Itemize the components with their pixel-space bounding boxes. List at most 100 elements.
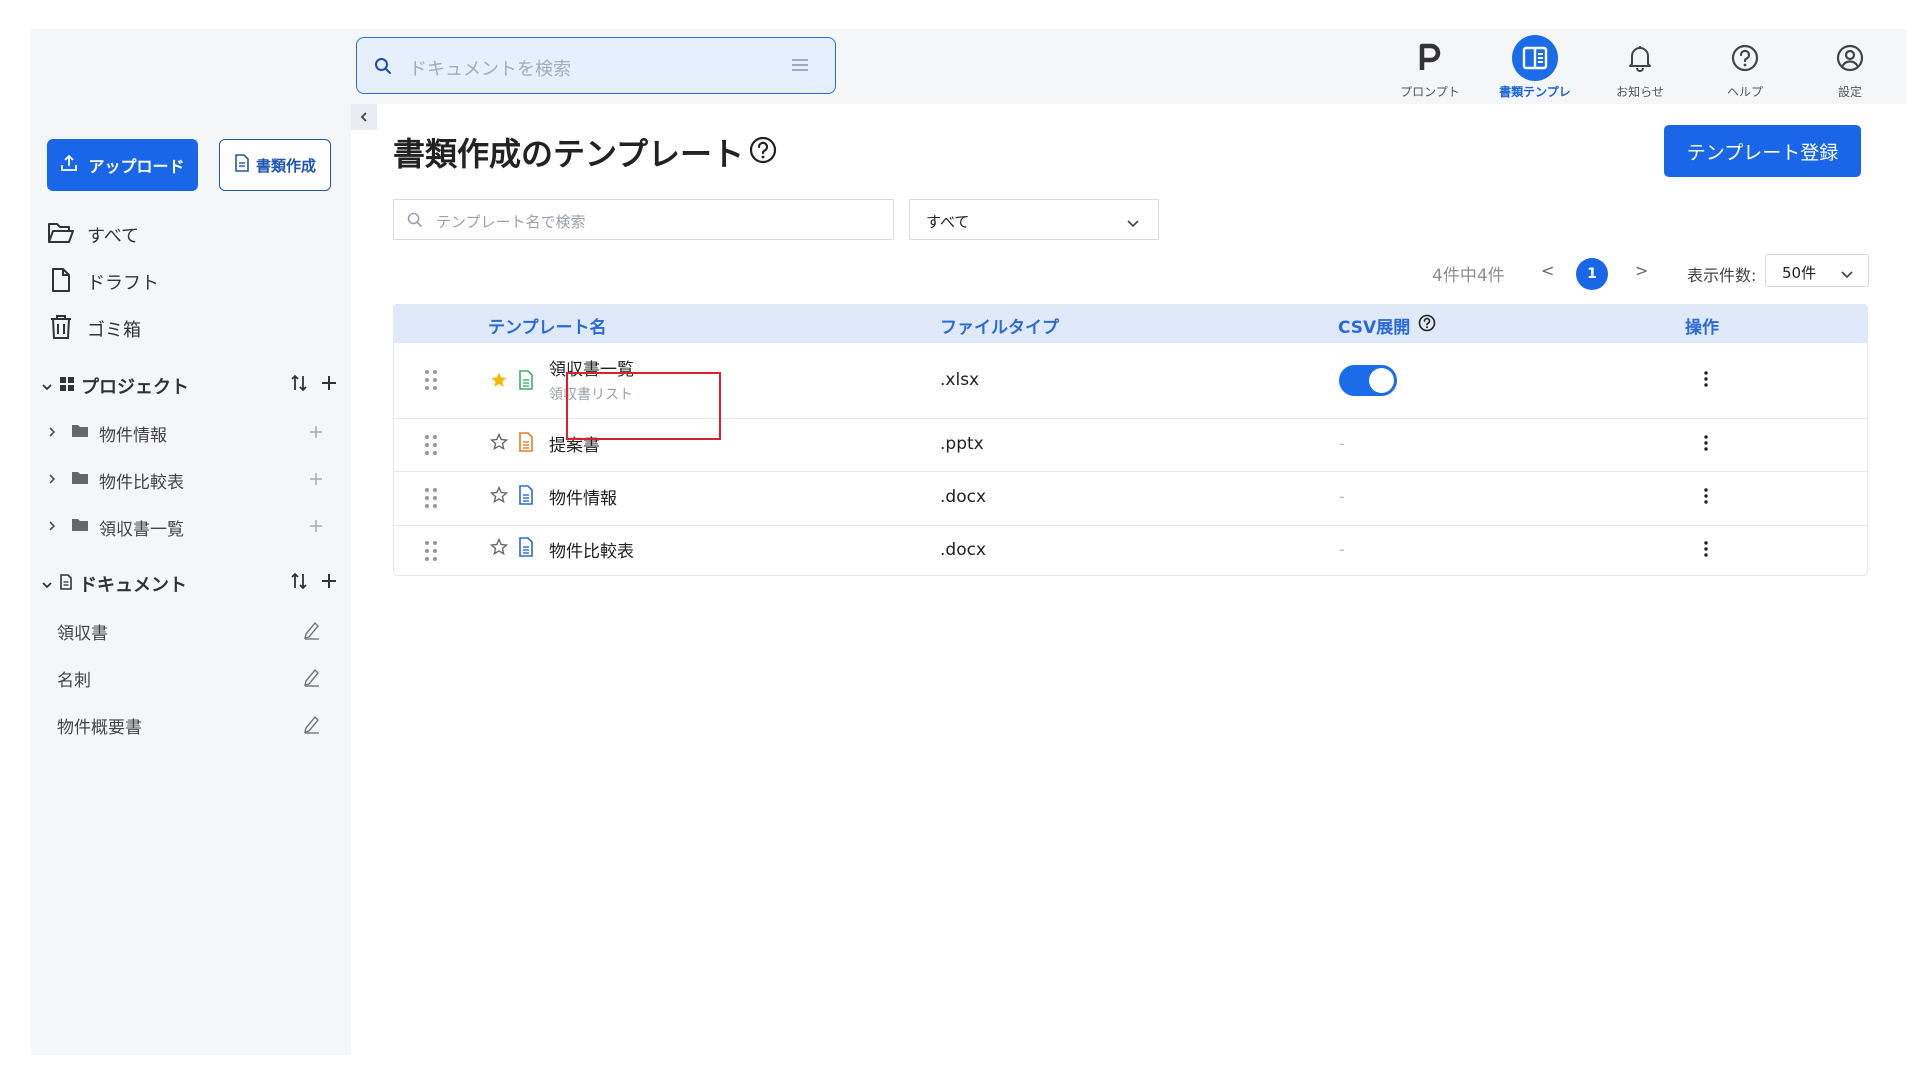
edit-pencil-icon[interactable] — [303, 620, 321, 645]
nav-template[interactable]: 書類テンプレ — [1485, 34, 1585, 100]
folder-open-icon — [47, 221, 75, 250]
column-header-filetype[interactable]: ファイルタイプ — [940, 313, 1059, 338]
chevron-right-icon[interactable] — [47, 517, 61, 537]
chevron-right-icon[interactable] — [47, 470, 61, 490]
pagination-prev[interactable]: < — [1541, 261, 1554, 280]
document-icon — [59, 573, 73, 595]
drag-handle-icon[interactable] — [424, 540, 438, 566]
table-row[interactable]: 領収書一覧 領収書リスト .xlsx — [394, 343, 1867, 419]
upload-button-label: アップロード — [88, 157, 185, 176]
csv-cell: - — [1339, 487, 1345, 506]
drag-handle-icon[interactable] — [424, 487, 438, 513]
file-icon — [47, 267, 75, 298]
document-file-icon — [518, 485, 534, 509]
edit-pencil-icon[interactable] — [303, 714, 321, 739]
table-header: テンプレート名 ファイルタイプ CSV展開 操作 — [394, 305, 1867, 343]
edit-pencil-icon[interactable] — [303, 667, 321, 692]
chevron-down-icon — [41, 376, 53, 397]
pagination-next[interactable]: > — [1635, 261, 1648, 280]
column-header-name[interactable]: テンプレート名 — [488, 313, 607, 338]
column-header-label: CSV展開 — [1338, 318, 1411, 338]
csv-cell: - — [1339, 434, 1345, 453]
filetype-cell: .docx — [940, 540, 987, 560]
menu-icon[interactable] — [791, 56, 809, 78]
star-outline-icon[interactable] — [489, 485, 509, 508]
help-circle-icon[interactable] — [1418, 314, 1436, 337]
csv-toggle[interactable] — [1339, 365, 1397, 396]
kebab-menu-icon[interactable] — [1703, 370, 1709, 392]
kebab-menu-icon[interactable] — [1703, 434, 1709, 456]
sidebar-item-label: すべて — [87, 226, 140, 247]
upload-button[interactable]: アップロード — [47, 139, 198, 191]
document-item[interactable]: 名刺 — [57, 663, 327, 693]
add-document-icon[interactable] — [321, 573, 337, 594]
document-item[interactable]: 領収書 — [57, 616, 327, 646]
register-template-button[interactable]: テンプレート登録 — [1664, 125, 1861, 177]
nav-template-label: 書類テンプレ — [1499, 85, 1571, 99]
add-icon[interactable] — [309, 518, 323, 538]
project-item-label: 物件情報 — [99, 425, 167, 446]
star-filled-icon[interactable] — [490, 371, 508, 393]
sidebar-item-label: ゴミ箱 — [87, 320, 141, 341]
sidebar-item-trash[interactable]: ゴミ箱 — [47, 314, 141, 344]
chevron-right-icon[interactable] — [47, 423, 61, 443]
kebab-menu-icon[interactable] — [1703, 540, 1709, 562]
filter-select[interactable]: すべて — [909, 199, 1159, 240]
pagination-current-page[interactable]: 1 — [1576, 258, 1608, 290]
sidebar: アップロード 書類作成 すべて ドラフト ゴミ箱 プロジェクト 物件情報 物件比… — [31, 104, 351, 1055]
nav-help[interactable]: ヘルプ — [1695, 34, 1795, 100]
chevron-down-icon — [41, 574, 53, 595]
add-project-icon[interactable] — [321, 375, 337, 396]
template-name-cell[interactable]: 領収書一覧 領収書リスト — [549, 355, 634, 404]
help-icon — [1721, 34, 1769, 82]
add-icon[interactable] — [309, 424, 323, 444]
document-item[interactable]: 物件概要書 — [57, 710, 327, 740]
drag-handle-icon[interactable] — [424, 369, 438, 395]
page-size-value: 50件 — [1782, 264, 1817, 282]
sort-icon[interactable] — [291, 572, 307, 595]
folder-icon — [71, 470, 89, 490]
template-name[interactable]: 提案書 — [549, 431, 600, 456]
project-item[interactable]: 物件比較表 — [47, 465, 337, 495]
page-size-select[interactable]: 50件 — [1765, 254, 1869, 287]
spreadsheet-file-icon — [518, 370, 534, 394]
nav-help-label: ヘルプ — [1726, 85, 1763, 99]
table-row[interactable]: 物件情報 .docx - — [394, 472, 1867, 526]
document-icon — [234, 154, 250, 176]
star-outline-icon[interactable] — [489, 537, 509, 560]
document-item-label: 名刺 — [57, 670, 91, 691]
search-icon — [407, 212, 423, 232]
document-search-input[interactable]: ドキュメントを検索 — [356, 37, 836, 94]
nav-notifications[interactable]: お知らせ — [1590, 34, 1690, 100]
nav-settings[interactable]: 設定 — [1800, 34, 1900, 100]
add-icon[interactable] — [309, 471, 323, 491]
nav-prompt[interactable]: プロンプト — [1380, 34, 1480, 100]
template-name[interactable]: 物件情報 — [549, 484, 617, 509]
help-circle-icon[interactable] — [749, 136, 777, 168]
table-row[interactable]: 提案書 .pptx - — [394, 419, 1867, 472]
star-outline-icon[interactable] — [489, 432, 509, 455]
csv-cell: - — [1339, 540, 1345, 559]
sidebar-item-draft[interactable]: ドラフト — [47, 267, 159, 297]
project-item[interactable]: 領収書一覧 — [47, 512, 337, 542]
chevron-down-icon — [1126, 214, 1140, 233]
project-item[interactable]: 物件情報 — [47, 418, 337, 448]
projects-section-header[interactable]: プロジェクト — [41, 371, 337, 401]
sidebar-item-all[interactable]: すべて — [47, 220, 139, 250]
drag-handle-icon[interactable] — [424, 434, 438, 460]
filter-select-value: すべて — [926, 213, 970, 231]
pagination-count: 4件中4件 — [1432, 266, 1505, 286]
collapse-sidebar-button[interactable] — [351, 104, 377, 130]
template-name[interactable]: 物件比較表 — [549, 537, 634, 562]
column-header-csv[interactable]: CSV展開 — [1338, 313, 1436, 338]
table-row[interactable]: 物件比較表 .docx - — [394, 526, 1867, 576]
kebab-menu-icon[interactable] — [1703, 487, 1709, 509]
project-item-label: 物件比較表 — [99, 472, 184, 493]
create-document-button[interactable]: 書類作成 — [219, 139, 331, 191]
documents-section-header[interactable]: ドキュメント — [41, 569, 337, 599]
template-search-input[interactable]: テンプレート名で検索 — [393, 199, 894, 240]
filetype-cell: .pptx — [940, 434, 984, 454]
sort-icon[interactable] — [291, 374, 307, 397]
grid-icon — [59, 376, 75, 397]
bell-icon — [1616, 34, 1664, 82]
